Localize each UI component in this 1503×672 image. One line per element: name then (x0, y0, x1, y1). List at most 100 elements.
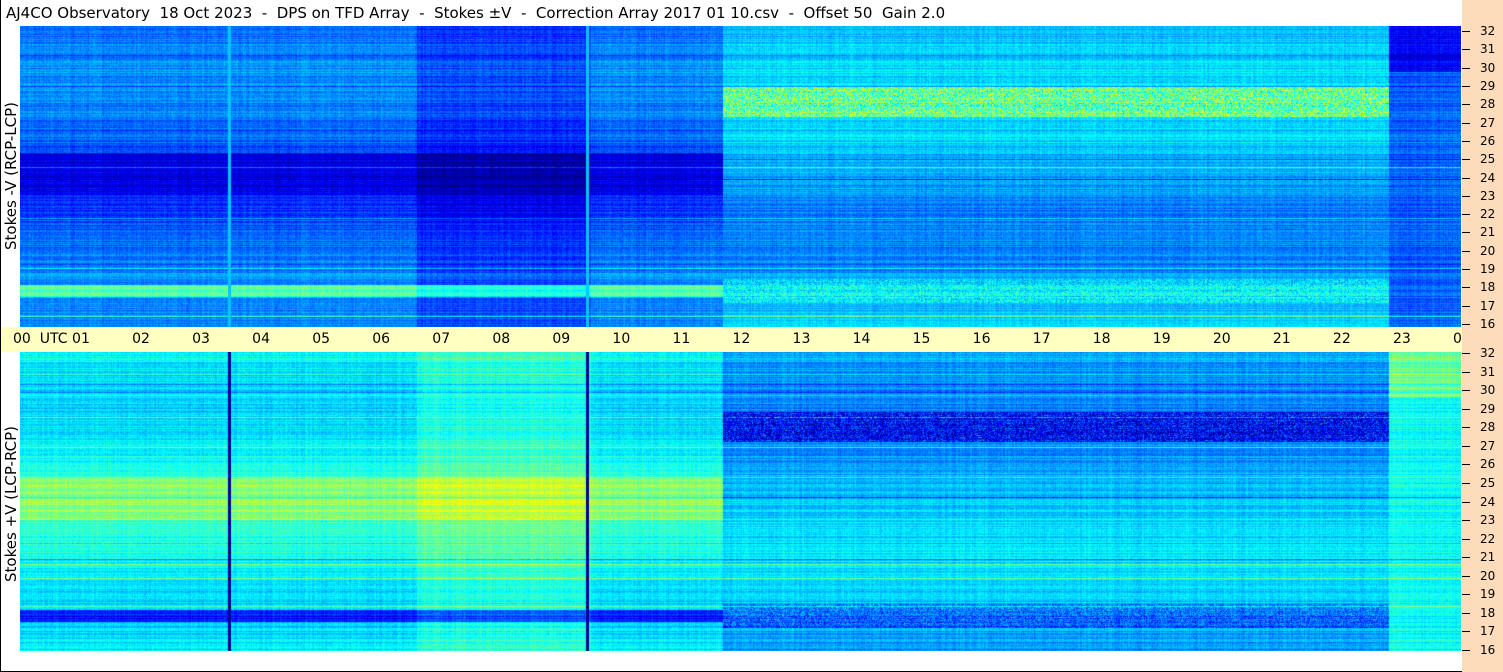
chart-title: AJ4CO Observatory 18 Oct 2023 - DPS on T… (6, 4, 946, 22)
frequency-tick-label: 30 (1480, 383, 1496, 397)
frequency-tick-mark (1462, 409, 1470, 410)
utc-tick-label: 12 (732, 331, 751, 347)
utc-tick-label: 20 (1212, 331, 1231, 347)
utc-tick-label: 23 (1392, 331, 1411, 347)
frequency-tick-label: 31 (1480, 42, 1496, 56)
frequency-tick-label: 18 (1480, 606, 1496, 620)
frequency-tick-mark (1462, 557, 1470, 558)
spectrogram-bottom-panel (20, 352, 1461, 651)
frequency-tick-mark (1462, 31, 1470, 32)
utc-tick-label: 04 (252, 331, 270, 347)
frequency-tick-label: 31 (1480, 365, 1496, 379)
frequency-tick-label: 27 (1480, 116, 1496, 130)
frequency-tick-label: 20 (1480, 569, 1496, 583)
utc-tick-label: 03 (192, 331, 210, 347)
frequency-tick-mark (1462, 390, 1470, 391)
frequency-tick-mark (1462, 104, 1470, 105)
frequency-tick-label: 17 (1480, 624, 1496, 638)
frequency-tick-mark (1462, 159, 1470, 160)
frequency-tick-mark (1462, 631, 1470, 632)
frequency-tick-mark (1462, 650, 1470, 651)
utc-tick-label: 09 (552, 331, 571, 347)
frequency-tick-label: 20 (1480, 244, 1496, 258)
utc-tick-label: 14 (852, 331, 871, 347)
frequency-tick-mark (1462, 196, 1470, 197)
frequency-tick-label: 18 (1480, 280, 1496, 294)
frequency-tick-mark (1462, 594, 1470, 595)
utc-tick-label: 08 (492, 331, 511, 347)
frequency-tick-label: 21 (1480, 225, 1496, 239)
left-border (0, 0, 1, 672)
frequency-tick-label: 32 (1480, 24, 1496, 38)
frequency-tick-label: 23 (1480, 513, 1496, 527)
frequency-tick-mark (1462, 287, 1470, 288)
frequency-tick-mark (1462, 372, 1470, 373)
frequency-tick-label: 24 (1480, 171, 1496, 185)
frequency-tick-mark (1462, 483, 1470, 484)
frequency-tick-label: 16 (1480, 317, 1496, 331)
utc-tick-label: 05 (312, 331, 331, 347)
frequency-tick-label: 23 (1480, 189, 1496, 203)
utc-tick-label: 22 (1332, 331, 1351, 347)
frequency-tick-label: 19 (1480, 587, 1496, 601)
utc-axis-band (0, 327, 1462, 352)
frequency-tick-mark (1462, 446, 1470, 447)
frequency-tick-label: 22 (1480, 207, 1496, 221)
frequency-tick-mark (1462, 520, 1470, 521)
frequency-tick-mark (1462, 324, 1470, 325)
spectrogram-top-panel (20, 26, 1461, 327)
frequency-tick-mark (1462, 427, 1470, 428)
frequency-tick-label: 25 (1480, 476, 1496, 490)
utc-tick-label: 17 (1032, 331, 1051, 347)
frequency-tick-label: 22 (1480, 532, 1496, 546)
frequency-tick-label: 19 (1480, 262, 1496, 276)
frequency-tick-mark (1462, 86, 1470, 87)
utc-tick-label: 19 (1152, 331, 1171, 347)
frequency-tick-label: 16 (1480, 643, 1496, 657)
frequency-tick-mark (1462, 613, 1470, 614)
utc-tick-label: 00 UTC (13, 331, 68, 347)
frequency-tick-mark (1462, 502, 1470, 503)
utc-tick-label: 15 (912, 331, 931, 347)
frequency-tick-label: 27 (1480, 439, 1496, 453)
utc-tick-label: 10 (612, 331, 631, 347)
frequency-tick-label: 29 (1480, 402, 1496, 416)
bottom-panel-ylabel: Stokes +V (LCP-RCP) (2, 426, 20, 582)
frequency-tick-mark (1462, 353, 1470, 354)
frequency-tick-mark (1462, 123, 1470, 124)
frequency-tick-mark (1462, 269, 1470, 270)
utc-tick-label: 02 (132, 331, 150, 347)
frequency-tick-mark (1462, 576, 1470, 577)
frequency-tick-label: 26 (1480, 134, 1496, 148)
frequency-tick-mark (1462, 232, 1470, 233)
spectrogram-bottom-heatmap (20, 352, 1461, 651)
frequency-tick-label: 29 (1480, 79, 1496, 93)
utc-tick-label: 16 (972, 331, 991, 347)
frequency-tick-mark (1462, 539, 1470, 540)
frequency-tick-label: 30 (1480, 61, 1496, 75)
utc-tick-label: 01 (72, 331, 90, 347)
frequency-tick-label: 24 (1480, 495, 1496, 509)
top-panel-ylabel: Stokes -V (RCP-LCP) (2, 102, 20, 250)
frequency-tick-mark (1462, 306, 1470, 307)
frequency-tick-label: 32 (1480, 346, 1496, 360)
frequency-tick-label: 28 (1480, 97, 1496, 111)
utc-tick-label: 18 (1092, 331, 1111, 347)
utc-tick-label: 07 (432, 331, 451, 347)
frequency-tick-mark (1462, 49, 1470, 50)
frequency-tick-label: 25 (1480, 152, 1496, 166)
frequency-tick-mark (1462, 68, 1470, 69)
frequency-tick-mark (1462, 464, 1470, 465)
utc-tick-label: 21 (1272, 331, 1291, 347)
spectrogram-top-heatmap (20, 26, 1461, 327)
frequency-tick-label: 26 (1480, 457, 1496, 471)
utc-tick-label: 13 (792, 331, 811, 347)
utc-tick-label: 11 (672, 331, 691, 347)
frequency-tick-mark (1462, 214, 1470, 215)
frequency-tick-label: 28 (1480, 420, 1496, 434)
frequency-tick-mark (1462, 251, 1470, 252)
frequency-tick-mark (1462, 178, 1470, 179)
frequency-tick-label: 21 (1480, 550, 1496, 564)
frequency-tick-label: 17 (1480, 299, 1496, 313)
frequency-tick-mark (1462, 141, 1470, 142)
